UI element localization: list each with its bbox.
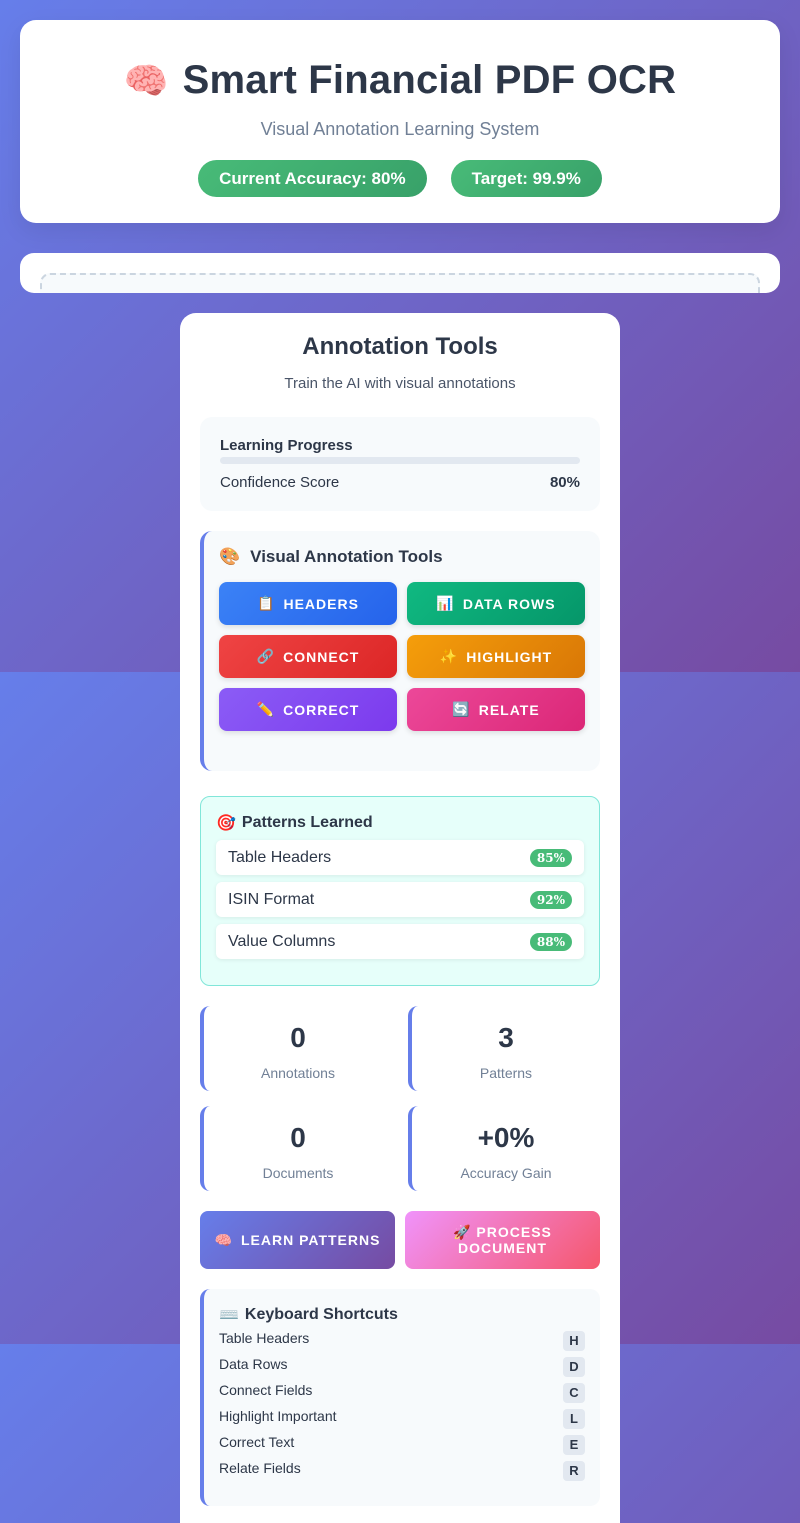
pattern-score-badge: 92% (529, 890, 572, 909)
current-accuracy-badge: Current Accuracy: 80% (198, 160, 427, 197)
sparkle-icon: ✨ (439, 648, 459, 664)
visual-tools-card: 🎨 Visual Annotation Tools 📋 HEADERS 📊 DA… (200, 531, 600, 771)
shortcut-label: Data Rows (219, 1356, 288, 1372)
brain-icon: 🧠 (123, 59, 169, 101)
patterns-title: 🎯 Patterns Learned (216, 813, 584, 833)
panel-subtitle: Train the AI with visual annotations (284, 375, 516, 392)
app-subtitle: Visual Annotation Learning System (260, 119, 540, 139)
shortcut-key: R (563, 1461, 585, 1481)
upload-dropzone[interactable] (40, 273, 760, 293)
shortcut-key: L (563, 1409, 585, 1429)
refresh-icon: 🔄 (452, 701, 471, 717)
target-icon: 🎯 (216, 815, 236, 832)
tools-title-text: Visual Annotation Tools (250, 547, 443, 566)
shortcut-row: Highlight Important L (219, 1403, 585, 1429)
connect-button-label: CONNECT (283, 648, 360, 665)
stat-label: Patterns (479, 1065, 533, 1081)
highlight-button-label: HIGHLIGHT (466, 648, 553, 665)
stat-label: Annotations (261, 1065, 335, 1081)
shortcut-label: Relate Fields (219, 1460, 301, 1476)
bar-chart-icon: 📊 (436, 595, 455, 611)
data-rows-button-label: DATA ROWS (462, 595, 556, 612)
pencil-icon: ✏️ (256, 701, 276, 717)
confidence-row: Confidence Score 80% (220, 474, 580, 491)
pattern-item: Table Headers 85% (216, 840, 584, 875)
rocket-icon: 🚀 (453, 1224, 472, 1240)
title-row: 🧠 Smart Financial PDF OCR (20, 58, 780, 103)
pattern-score-badge: 88% (529, 932, 572, 951)
shortcut-row: Relate Fields R (219, 1455, 585, 1481)
stats-grid: 0 Annotations 3 Patterns 0 Documents +0%… (200, 1006, 600, 1191)
pattern-name: ISIN Format (228, 890, 315, 908)
process-document-button[interactable]: 🚀 PROCESS DOCUMENT (405, 1211, 600, 1269)
shortcut-label: Highlight Important (219, 1408, 337, 1424)
keyboard-icon: ⌨️ (219, 1307, 239, 1324)
pattern-name: Table Headers (228, 848, 332, 866)
stat-value: 0 (290, 1122, 306, 1153)
shortcut-label: Correct Text (219, 1434, 295, 1450)
shortcuts-title-text: Keyboard Shortcuts (244, 1306, 398, 1323)
panel-title: Annotation Tools (302, 333, 498, 360)
confidence-label: Confidence Score (220, 474, 340, 491)
stat-value: 0 (290, 1022, 306, 1053)
accuracy-badges: Current Accuracy: 80% Target: 99.9% (20, 160, 780, 197)
learn-patterns-label: LEARN PATTERNS (240, 1232, 381, 1248)
app-title: Smart Financial PDF OCR (182, 58, 677, 102)
progress-bar (220, 457, 580, 464)
correct-button[interactable]: ✏️ CORRECT (219, 688, 397, 731)
stat-value: +0% (477, 1122, 535, 1153)
pattern-name: Value Columns (228, 932, 336, 950)
shortcut-row: Table Headers H (219, 1325, 585, 1351)
progress-title: Learning Progress (220, 437, 353, 454)
shortcut-row: Connect Fields C (219, 1377, 585, 1403)
data-rows-button[interactable]: 📊 DATA ROWS (407, 582, 585, 625)
action-row: 🧠 LEARN PATTERNS 🚀 PROCESS DOCUMENT (200, 1211, 600, 1269)
brain-icon: 🧠 (214, 1231, 233, 1248)
stat-label: Documents (262, 1165, 334, 1181)
pattern-item: ISIN Format 92% (216, 882, 584, 917)
clipboard-icon: 📋 (257, 595, 276, 611)
highlight-button[interactable]: ✨ HIGHLIGHT (407, 635, 585, 678)
learning-progress-card: Learning Progress Confidence Score 80% (200, 417, 600, 511)
shortcut-key: C (563, 1383, 585, 1403)
confidence-value: 80% (549, 474, 580, 491)
tools-title: 🎨 Visual Annotation Tools (219, 547, 585, 567)
learn-patterns-button[interactable]: 🧠 LEARN PATTERNS (200, 1211, 395, 1269)
headers-button-label: HEADERS (283, 595, 359, 612)
annotation-panel: Annotation Tools Train the AI with visua… (180, 313, 620, 1523)
stat-annotations: 0 Annotations (200, 1006, 392, 1091)
keyboard-shortcuts-card: ⌨️ Keyboard Shortcuts Table Headers H Da… (200, 1289, 600, 1506)
stat-accuracy-gain: +0% Accuracy Gain (408, 1106, 600, 1191)
shortcut-label: Connect Fields (219, 1382, 313, 1398)
stat-value: 3 (498, 1022, 514, 1053)
shortcuts-title: ⌨️ Keyboard Shortcuts (219, 1305, 585, 1325)
app-header: 🧠 Smart Financial PDF OCR Visual Annotat… (20, 20, 780, 223)
shortcut-row: Correct Text E (219, 1429, 585, 1455)
relate-button-label: RELATE (478, 701, 540, 718)
tools-grid: 📋 HEADERS 📊 DATA ROWS 🔗 CONNECT ✨ HIGHLI… (219, 582, 585, 731)
upload-card (20, 253, 780, 293)
stat-label: Accuracy Gain (460, 1165, 552, 1181)
shortcut-key: E (563, 1435, 585, 1455)
pattern-item: Value Columns 88% (216, 924, 584, 959)
shortcut-key: H (563, 1331, 585, 1351)
process-document-label: 🚀 PROCESS DOCUMENT (445, 1224, 560, 1256)
relate-button[interactable]: 🔄 RELATE (407, 688, 585, 731)
process-document-text: PROCESS DOCUMENT (458, 1224, 552, 1256)
shortcut-row: Data Rows D (219, 1351, 585, 1377)
headers-button[interactable]: 📋 HEADERS (219, 582, 397, 625)
stat-patterns: 3 Patterns (408, 1006, 600, 1091)
shortcut-label: Table Headers (219, 1330, 310, 1346)
connect-button[interactable]: 🔗 CONNECT (219, 635, 397, 678)
pattern-score-badge: 85% (529, 848, 572, 867)
progress-bar-fill (220, 457, 580, 464)
stat-documents: 0 Documents (200, 1106, 392, 1191)
patterns-learned-card: 🎯 Patterns Learned Table Headers 85% ISI… (200, 796, 600, 986)
target-accuracy-badge: Target: 99.9% (450, 160, 602, 197)
palette-icon: 🎨 (219, 547, 241, 566)
patterns-title-text: Patterns Learned (241, 814, 373, 831)
shortcut-key: D (563, 1357, 585, 1377)
correct-button-label: CORRECT (283, 701, 360, 718)
link-icon: 🔗 (256, 648, 276, 664)
